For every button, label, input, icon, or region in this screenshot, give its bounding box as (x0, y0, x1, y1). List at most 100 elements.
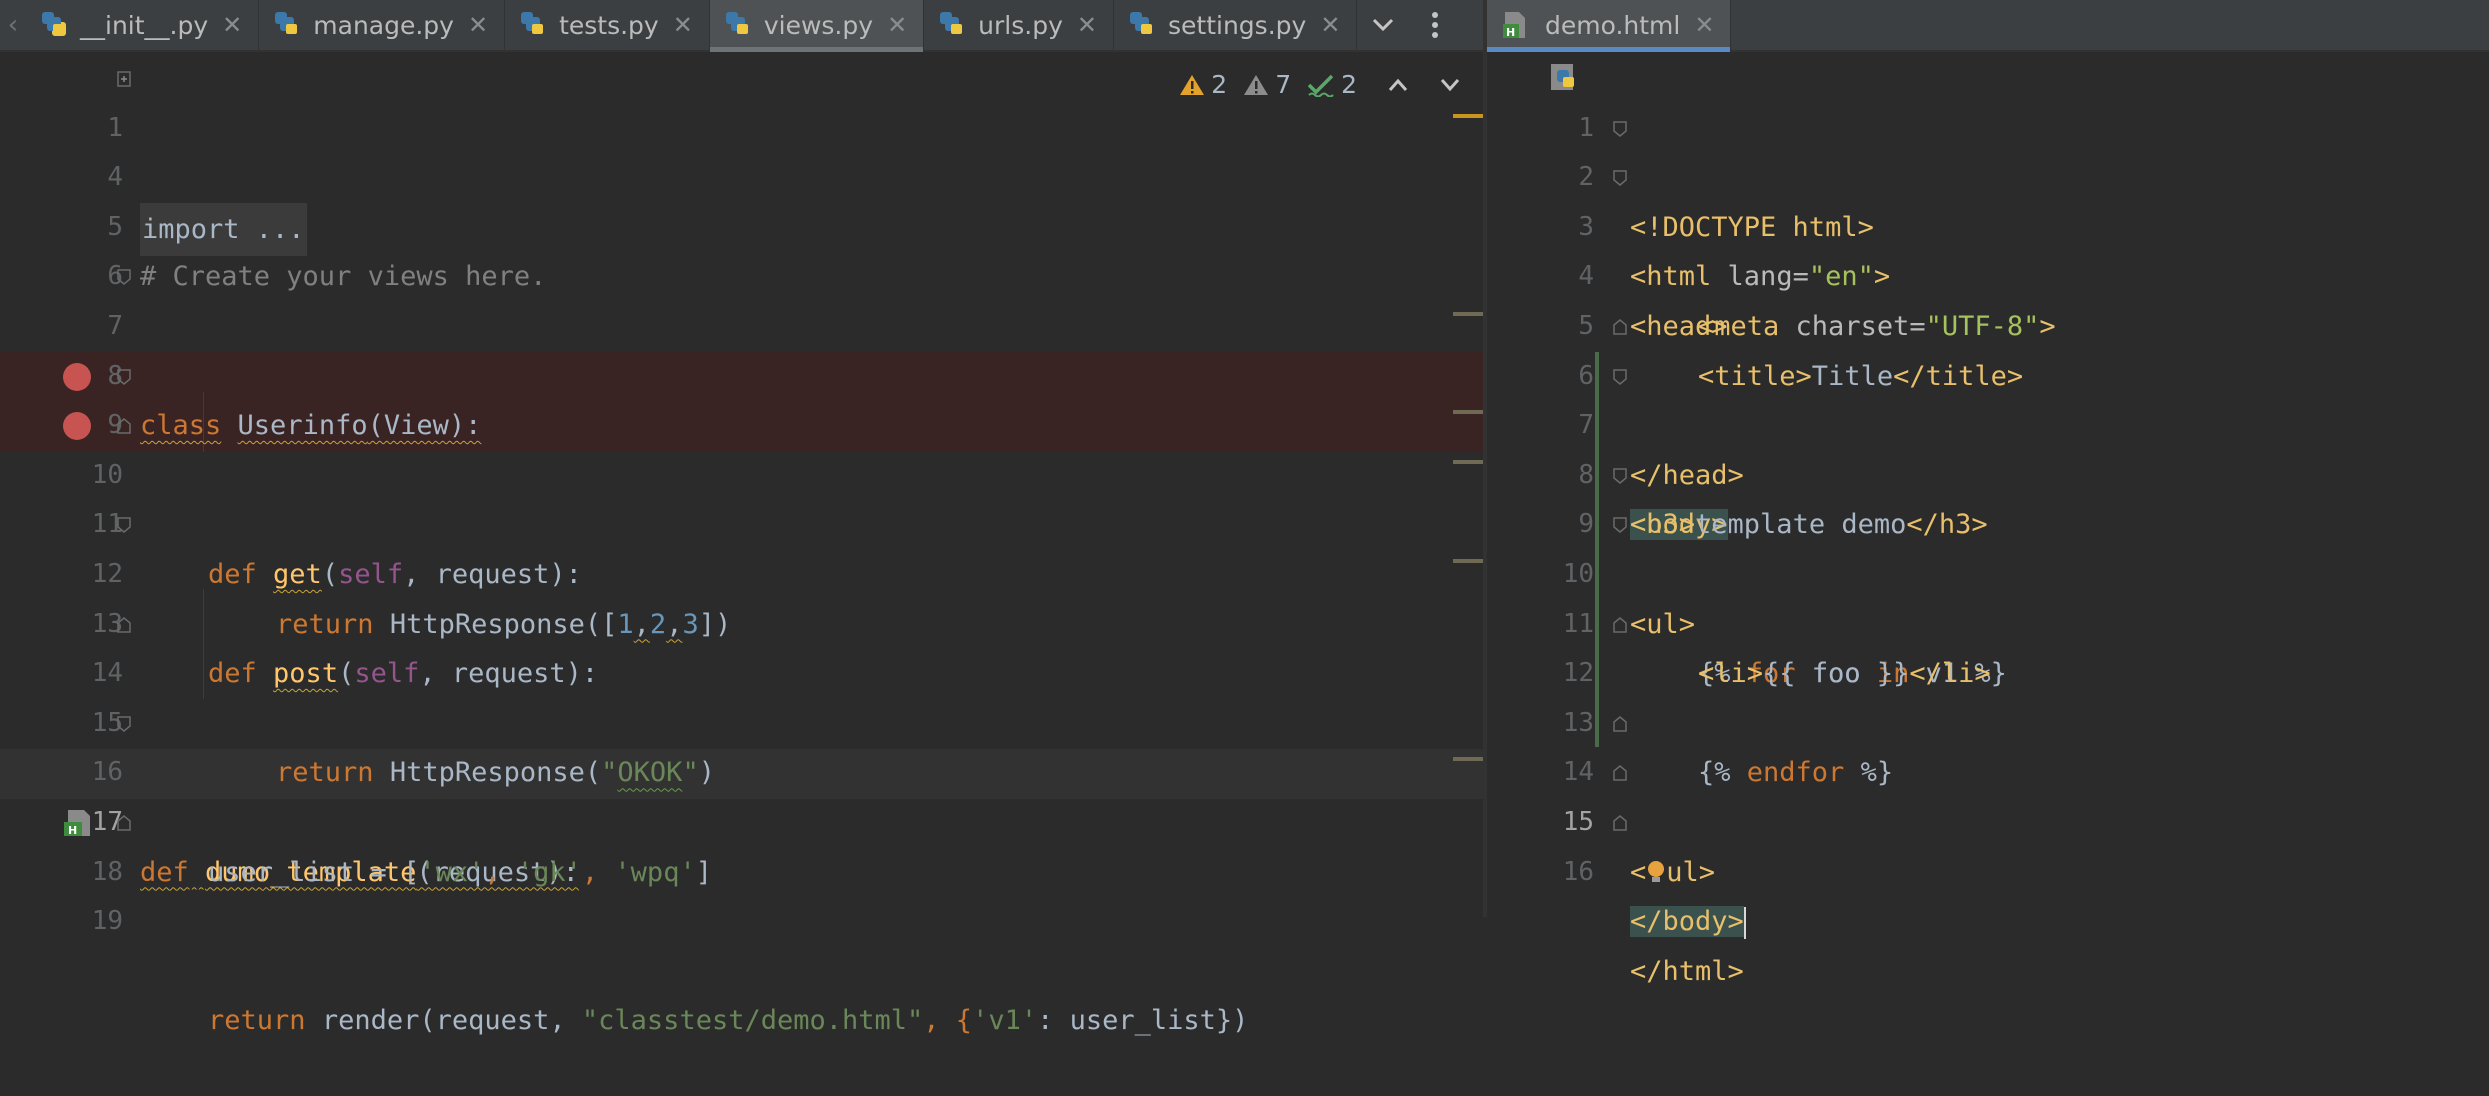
code-line: 10 return HttpResponse([1,2,3]) (0, 401, 1483, 640)
code-line: 13 (0, 550, 1483, 639)
html-tag-matched: </body> (1630, 906, 1744, 938)
code-line: 14 < ul> (1487, 699, 2489, 888)
code-line: 9 <ul> (1487, 451, 2489, 640)
code-line: 16 </html> (1487, 798, 2489, 987)
code-line: 17 user_list = ['wx', 'gk', 'wpq'] (0, 748, 1483, 888)
fold-collapse-icon[interactable] (1613, 468, 1627, 484)
code-line: 19 (0, 848, 1483, 936)
code-line: 5 <title>Title</title> (1487, 252, 2489, 392)
tab-manage-py[interactable]: manage.py ✕ (259, 0, 506, 50)
code-line: 13 (1487, 649, 2489, 738)
tab-label: tests.py (559, 10, 659, 40)
python-file-icon (521, 12, 544, 34)
close-icon[interactable]: ✕ (1077, 11, 1097, 39)
code-line: 12 {% endfor %} (1487, 600, 2489, 788)
fold-end-icon[interactable] (117, 418, 131, 434)
left-editor-tabbar: ‹ __init__.py ✕ manage.py ✕ tests.py ✕ v… (0, 0, 1483, 52)
code-text: < ul> (1630, 848, 1715, 898)
code-line: 7 class Userinfo(View): (0, 252, 1483, 441)
python-file-icon (42, 12, 66, 36)
fold-collapse-icon[interactable] (117, 517, 131, 534)
code-line: 10 {% for foo in v1 %} (1487, 500, 2489, 689)
code-text: </html> (1630, 947, 1744, 997)
more-options-button[interactable] (1409, 0, 1461, 50)
fold-collapse-icon[interactable] (117, 716, 131, 732)
code-text: </body> (1630, 897, 1746, 947)
tab-demo-html[interactable]: H demo.html ✕ (1487, 0, 1732, 52)
fold-collapse-icon[interactable] (117, 269, 131, 286)
code-token: render(request, (321, 1005, 582, 1037)
python-file-icon (275, 12, 298, 34)
code-line: 18 H return render(request, "classtest/d… (0, 798, 1483, 1036)
string: "classtest/demo.html" (581, 1005, 924, 1037)
keyword: return (208, 1005, 306, 1037)
html-file-icon[interactable]: H (60, 808, 94, 838)
text-caret (1743, 906, 1746, 939)
fold-end-icon[interactable] (1613, 616, 1627, 633)
fold-collapse-icon[interactable] (117, 368, 131, 385)
tab-label: manage.py (313, 10, 454, 40)
code-line: 14 return HttpResponse("OKOK") (0, 600, 1483, 788)
python-file-icon (940, 12, 963, 34)
html-file-icon: H (1503, 12, 1525, 39)
tabs-scroll-left-icon[interactable]: ‹ (0, 0, 26, 50)
breakpoint-icon[interactable] (63, 362, 91, 391)
fold-end-icon[interactable] (117, 815, 131, 831)
code-line: 5 # Create your views here. (0, 153, 1483, 293)
svg-text:H: H (68, 824, 77, 837)
tab-views-py[interactable]: views.py ✕ (709, 0, 925, 52)
tab-label: views.py (763, 10, 874, 40)
html-tag: < (1630, 856, 1647, 888)
code-token: : user_list}) (1037, 1005, 1249, 1037)
code-line: 6 (0, 203, 1483, 291)
fold-end-icon[interactable] (117, 616, 131, 633)
code-line: 11 (0, 451, 1483, 539)
python-file-icon[interactable] (1549, 62, 1583, 96)
tab-urls-py[interactable]: urls.py ✕ (924, 0, 1114, 50)
tab-label: settings.py (1168, 10, 1307, 40)
fold-end-icon[interactable] (1613, 765, 1627, 782)
intention-bulb-icon[interactable] (1646, 859, 1666, 885)
svg-text:H: H (1506, 26, 1515, 39)
right-editor-tabbar: H demo.html ✕ (1487, 0, 2489, 52)
code-line: 1 <!DOCTYPE html> (1487, 54, 2489, 243)
fold-collapse-icon[interactable] (1613, 517, 1627, 534)
views-py-editor[interactable]: 2 7 2 1 import ... 4 5 # Create your vie… (0, 52, 1483, 1036)
code-line: 11 <li>{{ foo }}</li> (1487, 550, 2489, 690)
chevron-down-icon (1373, 18, 1394, 32)
code-line: 15 (0, 649, 1483, 738)
fold-collapse-icon[interactable] (1613, 368, 1627, 385)
close-icon[interactable]: ✕ (1694, 11, 1714, 39)
close-icon[interactable]: ✕ (887, 11, 907, 39)
string: 'v1' (972, 1005, 1038, 1037)
close-icon[interactable]: ✕ (222, 11, 242, 39)
tab-settings-py[interactable]: settings.py ✕ (1114, 0, 1358, 50)
html-tag: </html> (1630, 955, 1744, 987)
demo-html-editor[interactable]: 1 <!DOCTYPE html> 2 <html lang="en"> 3 <… (1487, 52, 2489, 987)
fold-collapse-icon[interactable] (1613, 170, 1627, 187)
html-tag: ul> (1666, 856, 1716, 888)
tab-label: __init__.py (80, 10, 209, 40)
tab-tests-py[interactable]: tests.py ✕ (505, 0, 710, 50)
code-text: return render(request, "classtest/demo.h… (208, 996, 1248, 1046)
close-icon[interactable]: ✕ (673, 11, 693, 39)
tab-init-py[interactable]: __init__.py ✕ (26, 0, 260, 50)
fold-expand-icon[interactable] (117, 71, 131, 87)
fold-collapse-icon[interactable] (1613, 120, 1627, 137)
code-line: 8 <h3>template demo</h3> (1487, 401, 2489, 541)
code-line: 9 def get(self, request): (0, 352, 1483, 590)
code-line: 12 def post(self, request): (0, 500, 1483, 689)
code-line: 4 (0, 104, 1483, 192)
code-line: 3 <head> (1487, 153, 2489, 342)
show-hidden-tabs-button[interactable] (1357, 0, 1409, 50)
line-number: 16 (1562, 856, 1595, 887)
breakpoint-icon[interactable] (63, 412, 91, 441)
tab-label: demo.html (1545, 10, 1681, 40)
fold-end-icon[interactable] (1613, 815, 1627, 831)
close-icon[interactable]: ✕ (468, 11, 488, 39)
fold-end-icon[interactable] (1613, 715, 1627, 732)
fold-end-icon[interactable] (1613, 319, 1627, 335)
code-line: 1 import ... (0, 54, 1483, 257)
close-icon[interactable]: ✕ (1320, 11, 1340, 39)
code-line: 8 (0, 302, 1483, 391)
